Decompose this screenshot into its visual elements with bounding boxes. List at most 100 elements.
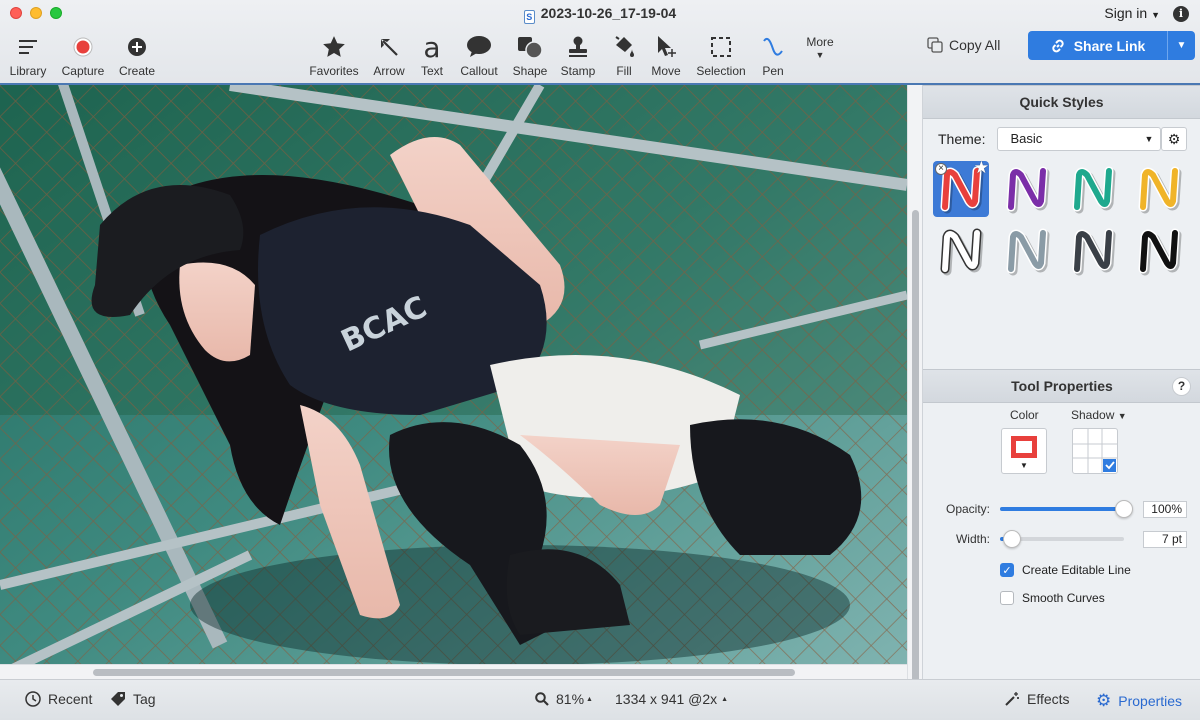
window-title: S 2023-10-26_17-19-04: [0, 5, 1200, 24]
plus-circle-icon: [107, 32, 167, 62]
shadow-grid-icon: [1073, 429, 1117, 473]
horizontal-scroll-thumb[interactable]: [93, 669, 795, 676]
list-icon: [0, 32, 58, 62]
theme-select[interactable]: Basic ▼: [997, 127, 1162, 151]
link-icon: [1052, 39, 1064, 52]
create-editable-line-label: Create Editable Line: [1022, 563, 1131, 577]
shadow-dropdown[interactable]: Shadow ▼: [1071, 408, 1127, 422]
tool-move-label: Move: [651, 64, 681, 78]
magnifier-icon: [535, 692, 549, 706]
tool-selection[interactable]: Selection: [691, 32, 751, 78]
opacity-slider-knob[interactable]: [1115, 500, 1133, 518]
capture-button[interactable]: Capture: [53, 32, 113, 78]
star-icon: [304, 32, 364, 62]
quick-styles-title: Quick Styles: [1019, 94, 1104, 110]
tool-selection-label: Selection: [696, 64, 746, 78]
copy-all-button[interactable]: Copy All: [927, 37, 1000, 53]
chevron-down-icon: ▼: [815, 50, 825, 60]
tool-move[interactable]: Move: [636, 32, 696, 78]
favorite-star-icon[interactable]: ★: [974, 158, 989, 178]
dimensions-control[interactable]: 1334 x 941 @2x ▲: [615, 691, 728, 707]
width-slider-knob[interactable]: [1003, 530, 1022, 548]
record-icon: [53, 32, 113, 62]
color-picker-button[interactable]: ▼: [1001, 428, 1047, 474]
capture-label: Capture: [61, 64, 105, 78]
properties-label: Properties: [1118, 693, 1183, 709]
create-button[interactable]: Create: [107, 32, 167, 78]
theme-settings-button[interactable]: ⚙: [1161, 127, 1187, 151]
copy-icon: [927, 37, 943, 53]
quick-style-swatch[interactable]: [1065, 161, 1121, 217]
help-icon[interactable]: ?: [1172, 377, 1191, 396]
chevron-up-icon: ▲: [586, 695, 593, 703]
chevron-down-icon: ▼: [1117, 411, 1127, 421]
quick-style-swatch[interactable]: [1131, 223, 1187, 279]
theme-value: Basic: [1010, 131, 1043, 146]
properties-button[interactable]: ⚙ Properties: [1096, 691, 1182, 711]
recent-label: Recent: [48, 691, 93, 707]
opacity-value[interactable]: 100%: [1143, 501, 1187, 518]
width-value[interactable]: 7 pt: [1143, 531, 1187, 548]
share-options-dropdown[interactable]: ▼: [1168, 40, 1195, 51]
library-button[interactable]: Library: [0, 32, 58, 78]
chevron-down-icon: ▼: [1144, 134, 1154, 144]
library-label: Library: [9, 64, 47, 78]
zoom-control[interactable]: 81% ▲: [535, 691, 593, 707]
smooth-curves-option[interactable]: Smooth Curves: [1000, 591, 1105, 605]
info-icon[interactable]: i: [1173, 6, 1189, 22]
tool-favorites-label: Favorites: [309, 64, 359, 78]
tag-button[interactable]: Tag: [110, 691, 156, 707]
photo: BCAC: [0, 85, 907, 664]
tool-properties-title: Tool Properties: [1011, 378, 1113, 394]
smooth-curves-checkbox[interactable]: [1000, 591, 1014, 605]
share-link-button[interactable]: Share Link ▼: [1028, 31, 1195, 60]
quick-style-swatch[interactable]: [1131, 161, 1187, 217]
clock-icon: [25, 691, 41, 707]
sign-in-button[interactable]: Sign in ▼: [1104, 5, 1160, 21]
vertical-scroll-thumb[interactable]: [912, 210, 919, 695]
status-bar: Recent Tag 81% ▲ 1334 x 941 @2x ▲ Effect…: [0, 679, 1200, 720]
quick-style-swatch[interactable]: [933, 223, 989, 279]
create-editable-line-checkbox[interactable]: ✓: [1000, 563, 1014, 577]
recent-button[interactable]: Recent: [25, 691, 92, 707]
width-label: Width:: [955, 532, 990, 546]
dashed-rect-icon: [691, 32, 751, 62]
tool-favorites[interactable]: Favorites: [304, 32, 364, 78]
tool-pen-label: Pen: [762, 64, 784, 78]
shadow-label: Shadow: [1071, 408, 1115, 422]
tag-icon: [111, 692, 125, 706]
image-dimensions: 1334 x 941 @2x: [615, 691, 718, 707]
toolbar: S 2023-10-26_17-19-04 Sign in ▼ i Library…: [0, 0, 1200, 85]
window-title-text: 2023-10-26_17-19-04: [540, 5, 677, 21]
cursor-move-icon: [636, 32, 696, 62]
document-icon: S: [523, 10, 535, 24]
color-swatch: [1011, 436, 1037, 458]
gear-icon: ⚙: [1167, 131, 1181, 147]
tool-properties-header: Tool Properties ?: [923, 369, 1200, 403]
zoom-value: 81%: [556, 691, 585, 707]
tag-label: Tag: [133, 691, 156, 707]
remove-style-icon[interactable]: ×: [935, 163, 947, 175]
chevron-down-icon: ▼: [1151, 10, 1160, 20]
effects-button[interactable]: Effects: [1004, 691, 1070, 707]
gear-icon: ⚙: [1096, 691, 1112, 710]
opacity-slider-track[interactable]: [1000, 507, 1124, 511]
create-editable-line-option[interactable]: ✓ Create Editable Line: [1000, 563, 1131, 577]
effects-label: Effects: [1027, 691, 1070, 707]
quick-style-swatch[interactable]: [999, 223, 1055, 279]
copy-all-label: Copy All: [949, 37, 1001, 53]
inspector-panel: Quick Styles Theme: Basic ▼ ⚙ × ★ Tool Pr…: [922, 85, 1200, 679]
vertical-scrollbar[interactable]: [907, 85, 922, 695]
quick-style-swatch[interactable]: [999, 161, 1055, 217]
opacity-label: Opacity:: [945, 502, 990, 516]
horizontal-scrollbar[interactable]: [0, 664, 907, 679]
chevron-up-icon: ▲: [721, 695, 729, 703]
image-canvas[interactable]: BCAC: [0, 85, 907, 664]
more-button[interactable]: More ▼: [790, 33, 850, 60]
chevron-down-icon: ▼: [1020, 461, 1028, 470]
quick-styles-header: Quick Styles: [923, 85, 1200, 119]
quick-style-selected[interactable]: × ★: [933, 158, 989, 217]
quick-style-swatch[interactable]: [1065, 223, 1121, 279]
more-label: More: [806, 35, 834, 49]
shadow-position-picker[interactable]: [1072, 428, 1118, 474]
